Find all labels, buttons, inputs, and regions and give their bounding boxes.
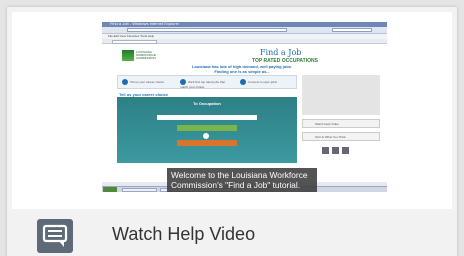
- tutorial-screenshot: Find a Job - Windows Internet Explorer F…: [12, 12, 452, 209]
- occupation-panel: To Occupation: [117, 97, 297, 163]
- video-card: Find a Job - Windows Internet Explorer F…: [7, 7, 457, 256]
- video-thumbnail[interactable]: Find a Job - Windows Internet Explorer F…: [12, 12, 452, 209]
- browser-tab: [112, 40, 157, 44]
- step-3: Connect to open jobs!: [240, 79, 277, 85]
- step-number-icon: [122, 79, 128, 85]
- steps-bar: Tell us your career choice We'll find to…: [117, 75, 297, 89]
- orange-button: [177, 140, 237, 146]
- url-field: [127, 28, 287, 32]
- chat-bubble-icon[interactable]: [37, 219, 73, 253]
- sidebar-help-button: Watch Help Video: [302, 119, 380, 128]
- occupation-input: [157, 115, 257, 120]
- browser-title: Find a Job - Windows Internet Explorer: [110, 21, 180, 26]
- sidebar-feedback-button: Tell Us What You Think: [302, 132, 380, 141]
- tutorial-caption: Welcome to the Louisiana Workforce Commi…: [167, 168, 317, 192]
- step-1: Tell us your career choice: [122, 79, 164, 85]
- logo-mark-icon: [122, 50, 134, 61]
- lwc-logo: LOUISIANA WORKFORCE COMMISSION: [122, 48, 162, 63]
- start-button-icon: [103, 187, 117, 192]
- browser-tabs: [102, 39, 387, 44]
- address-bar: [102, 27, 387, 34]
- taskbar-item: [122, 188, 157, 192]
- email-icon: [332, 147, 339, 154]
- share-icon: [322, 147, 329, 154]
- watch-help-video-link[interactable]: Watch Help Video: [112, 224, 255, 245]
- website-content: LOUISIANA WORKFORCE COMMISSION Find a Jo…: [102, 45, 387, 182]
- green-button: [177, 125, 237, 131]
- site-sidebar: Watch Help Video Tell Us What You Think: [302, 75, 382, 175]
- cursor-icon: [203, 133, 209, 139]
- sidebar-video: [302, 75, 380, 115]
- site-tagline: Louisiana has lots of high demand, well …: [191, 64, 292, 74]
- panel-title: To Occupation: [193, 101, 221, 106]
- step-number-icon: [240, 79, 246, 85]
- logo-text: LOUISIANA WORKFORCE COMMISSION: [136, 50, 156, 60]
- search-field: [332, 28, 372, 32]
- site-title: Find a Job: [260, 48, 302, 57]
- print-icon: [342, 147, 349, 154]
- step-2: We'll find top rated jobs that match you…: [180, 79, 225, 89]
